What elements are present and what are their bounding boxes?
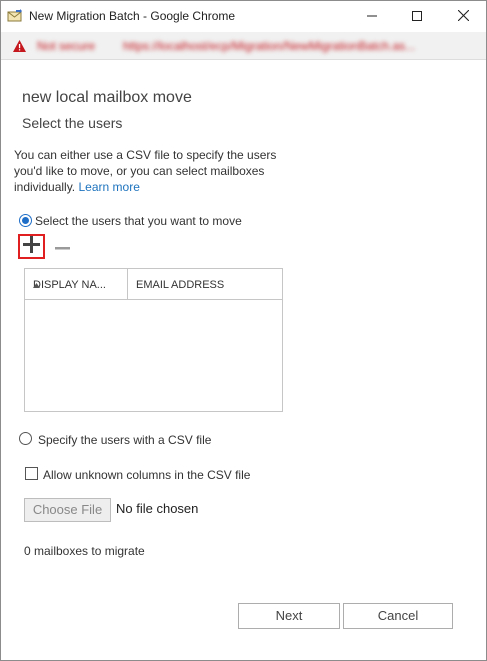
mailbox-count: 0 mailboxes to migrate [24,544,145,558]
column-email-address[interactable]: EMAIL ADDRESS [136,279,224,291]
mail-migration-icon [7,9,23,23]
next-button[interactable]: Next [238,603,340,629]
select-users-radio[interactable] [19,214,32,227]
minimize-button[interactable] [349,1,395,32]
learn-more-link[interactable]: Learn more [79,180,140,194]
url-text[interactable]: https://localhost/ecp/Migration/NewMigra… [123,39,415,53]
close-button[interactable] [440,1,486,32]
add-user-button[interactable] [18,234,45,259]
column-display-name[interactable]: DISPLAY NA... [25,269,128,299]
allow-unknown-columns-label[interactable]: Allow unknown columns in the CSV file [43,468,250,482]
csv-label[interactable]: Specify the users with a CSV file [38,433,211,447]
select-users-label[interactable]: Select the users that you want to move [35,214,242,228]
maximize-icon [412,8,422,26]
intro-text: You can either use a CSV file to specify… [14,147,279,195]
minimize-icon [367,8,377,26]
users-table[interactable]: DISPLAY NA... EMAIL ADDRESS [24,268,283,412]
file-status: No file chosen [116,501,199,516]
title-bar: New Migration Batch - Google Chrome [1,1,486,32]
maximize-button[interactable] [394,1,440,32]
page-subtitle: Select the users [22,115,123,131]
window-title: New Migration Batch - Google Chrome [29,9,236,23]
remove-user-button[interactable] [53,237,71,255]
cancel-button[interactable]: Cancel [343,603,453,629]
choose-file-button[interactable]: Choose File [24,498,111,522]
sort-ascending-icon[interactable] [33,279,40,291]
minus-icon [54,237,70,255]
close-icon [457,8,469,26]
browser-window: New Migration Batch - Google Chrome Not … [0,0,487,661]
csv-radio[interactable] [19,432,32,445]
intro-body: You can either use a CSV file to specify… [14,148,277,194]
address-bar[interactable]: Not secure https://localhost/ecp/Migrati… [1,32,486,60]
table-header: DISPLAY NA... EMAIL ADDRESS [25,269,282,300]
page-title: new local mailbox move [22,89,192,106]
security-label[interactable]: Not secure [37,39,95,53]
allow-unknown-columns-checkbox[interactable] [25,467,38,480]
plus-icon [23,235,40,258]
column-display-name-label: DISPLAY NA... [33,279,106,291]
warning-icon[interactable] [13,39,26,57]
